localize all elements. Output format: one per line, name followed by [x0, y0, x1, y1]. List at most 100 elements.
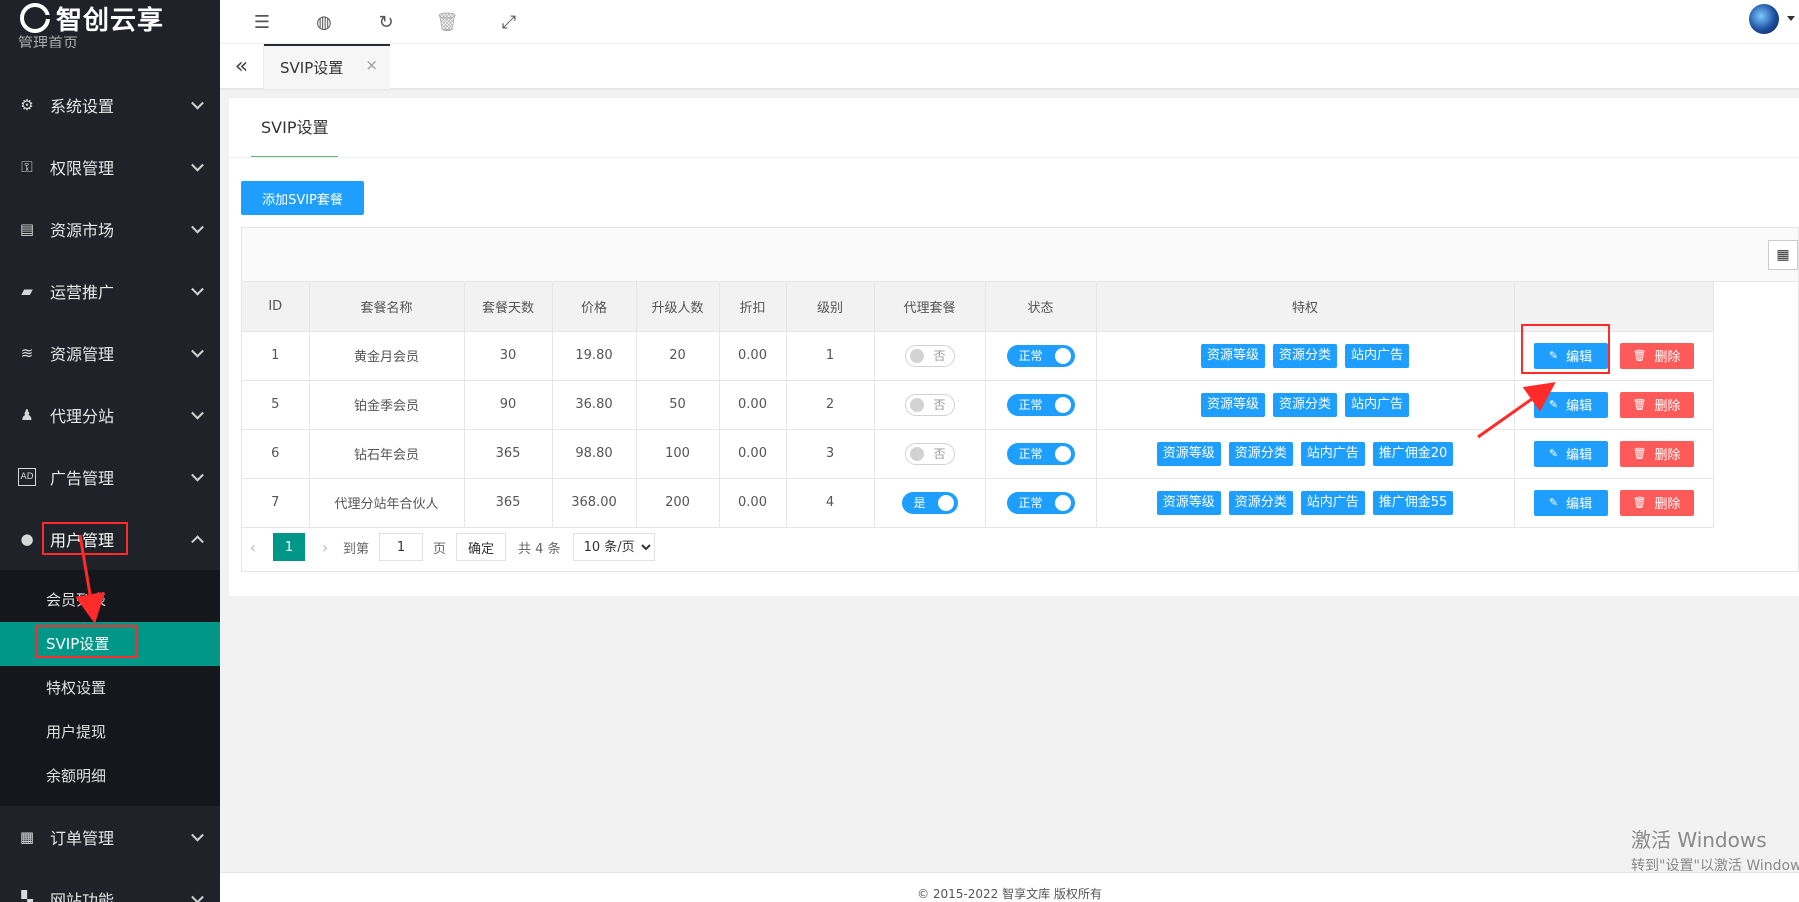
edit-button[interactable]: ✎ 编辑 — [1533, 440, 1608, 467]
avatar[interactable] — [1749, 4, 1779, 34]
caret-down-icon[interactable] — [1787, 16, 1795, 21]
sidebar-item-orders[interactable]: ▦ 订单管理 — [0, 806, 220, 868]
cell-discount: 0.00 — [719, 478, 787, 528]
cell-level: 1 — [786, 331, 875, 381]
chevron-down-icon — [191, 158, 204, 172]
confirm-page-button[interactable]: 确定 — [456, 533, 507, 561]
cell-name: 黄金月会员 — [309, 331, 465, 381]
annotation-box-svip-settings — [35, 625, 137, 658]
add-svip-package-button[interactable]: 添加SVIP套餐 — [241, 181, 364, 215]
columns-filter-icon[interactable]: ▦ — [1768, 240, 1798, 270]
sidebar-item-agent-sites[interactable]: ♟ 代理分站 — [0, 384, 220, 446]
cell-status: 正常 — [985, 478, 1097, 528]
chevron-down-icon — [191, 96, 204, 110]
privilege-badge: 站内广告 — [1300, 441, 1365, 466]
chevron-down-icon — [191, 890, 204, 902]
page-size-select[interactable]: 10 条/页 — [572, 533, 655, 561]
annotation-box-user-management — [42, 522, 128, 555]
sidebar-item-system-settings[interactable]: ⚙ 系统设置 — [0, 74, 220, 136]
footer: © 2015-2022 智享文库 版权所有 — [220, 872, 1799, 902]
sidebar-item-permissions[interactable]: ⚿ 权限管理 — [0, 136, 220, 198]
delete-button[interactable]: 🗑 删除 — [1619, 440, 1694, 467]
cell-privileges: 资源等级 资源分类 站内广告 推广佣金55 — [1096, 478, 1515, 528]
delete-button[interactable]: 🗑 删除 — [1619, 342, 1694, 369]
col-header: 级别 — [786, 282, 875, 332]
privilege-badge: 推广佣金20 — [1372, 441, 1454, 466]
home-label: 管理首页 — [18, 34, 79, 48]
next-page-icon[interactable]: › — [313, 538, 337, 557]
sidebar-item-label: 运营推广 — [50, 283, 115, 302]
edit-button[interactable]: ✎ 编辑 — [1533, 489, 1608, 516]
cell-days: 365 — [464, 429, 553, 479]
delete-button[interactable]: 🗑 删除 — [1619, 489, 1694, 516]
sidebar-item-ads[interactable]: AD 广告管理 — [0, 446, 220, 508]
sidebar-item-site-features[interactable]: ▚ 网站功能 — [0, 868, 220, 902]
current-page[interactable]: 1 — [273, 533, 305, 561]
sidebar-item-resource-market[interactable]: ▤ 资源市场 — [0, 198, 220, 260]
prev-page-icon[interactable]: ‹ — [241, 538, 265, 557]
sidebar-item-privilege-settings[interactable]: 特权设置 — [0, 666, 220, 710]
privilege-badge: 资源分类 — [1228, 441, 1293, 466]
cell-actions: ✎ 编辑 🗑 删除 — [1514, 380, 1714, 430]
cell-days: 365 — [464, 478, 553, 528]
watermark-title: 激活 Windows — [1631, 828, 1767, 852]
status-toggle[interactable]: 正常 — [1006, 442, 1075, 465]
delete-button[interactable]: 🗑 删除 — [1619, 391, 1694, 418]
privilege-badge: 推广佣金55 — [1372, 490, 1454, 515]
home-menu-item-partial[interactable]: 管理首页 — [18, 32, 78, 48]
agent-toggle[interactable]: 否 — [904, 393, 955, 416]
cell-agent: 是 — [874, 478, 986, 528]
globe-icon[interactable]: ◍ — [308, 6, 340, 38]
privilege-badge: 资源等级 — [1200, 343, 1265, 368]
col-header: 代理套餐 — [874, 282, 986, 332]
sidebar-item-label: 代理分站 — [50, 407, 115, 426]
windows-activation-watermark: 激活 Windows 转到"设置"以激活 Windows。 — [1631, 824, 1799, 875]
cell-status: 正常 — [985, 380, 1097, 430]
chevron-down-icon — [191, 344, 204, 358]
privilege-badge: 站内广告 — [1345, 343, 1410, 368]
edit-button[interactable]: ✎ 编辑 — [1533, 391, 1608, 418]
cell-price: 19.80 — [552, 331, 637, 381]
delete-label: 删除 — [1654, 350, 1681, 365]
sidebar-item-label: 资源市场 — [50, 221, 115, 240]
status-toggle[interactable]: 正常 — [1006, 491, 1075, 514]
megaphone-icon: ▰ — [21, 282, 33, 300]
sidebar-item-label: 系统设置 — [50, 97, 115, 116]
sidebar-item-balance-details[interactable]: 余额明细 — [0, 754, 220, 798]
scroll-left-icon[interactable]: « — [220, 44, 264, 88]
close-icon[interactable]: × — [365, 56, 378, 74]
sidebar: 智创云享 管理首页 ⚙ 系统设置 ⚿ 权限管理 ▤ 资源市场 ▰ 运营推广 ≋ … — [0, 0, 220, 902]
sidebar-toggle-icon[interactable]: ☰ — [246, 6, 278, 38]
privilege-badge: 资源分类 — [1272, 392, 1337, 417]
agent-toggle[interactable]: 否 — [904, 442, 955, 465]
cell-discount: 0.00 — [719, 380, 787, 430]
agent-toggle[interactable]: 是 — [901, 491, 958, 514]
goto-label: 到第 — [343, 541, 370, 557]
trash-icon[interactable]: 🗑 — [431, 6, 463, 38]
card-tab-svip-settings[interactable]: SVIP设置 — [251, 98, 339, 158]
sidebar-item-label: 网站功能 — [50, 891, 115, 902]
sidebar-item-resource-management[interactable]: ≋ 资源管理 — [0, 322, 220, 384]
sidebar-item-operations[interactable]: ▰ 运营推广 — [0, 260, 220, 322]
pagination: ‹ 1 › 到第 页 确定 共 4 条 10 条/页 — [241, 532, 655, 562]
sidebar-item-withdrawals[interactable]: 用户提现 — [0, 710, 220, 754]
privilege-badge: 资源等级 — [1156, 490, 1221, 515]
page-number-input[interactable] — [379, 533, 424, 561]
cell-days: 90 — [464, 380, 553, 430]
cell-upgrade: 20 — [636, 331, 720, 381]
chevron-down-icon — [191, 220, 204, 234]
refresh-icon[interactable]: ↻ — [370, 6, 402, 38]
cell-upgrade: 100 — [636, 429, 720, 479]
delete-label: 删除 — [1654, 399, 1681, 414]
fullscreen-icon[interactable]: ⤢ — [493, 6, 525, 38]
sidebar-item-member-list[interactable]: 会员列表 — [0, 578, 220, 622]
status-toggle[interactable]: 正常 — [1006, 344, 1075, 367]
logo-icon — [20, 3, 50, 33]
status-toggle[interactable]: 正常 — [1006, 393, 1075, 416]
cell-id: 5 — [242, 380, 310, 430]
app-logo[interactable]: 智创云享 — [0, 0, 220, 36]
tab-svip-settings[interactable]: SVIP设置 × — [264, 44, 390, 89]
cell-price: 36.80 — [552, 380, 637, 430]
agent-toggle[interactable]: 否 — [904, 344, 955, 367]
privilege-badge: 资源分类 — [1272, 343, 1337, 368]
